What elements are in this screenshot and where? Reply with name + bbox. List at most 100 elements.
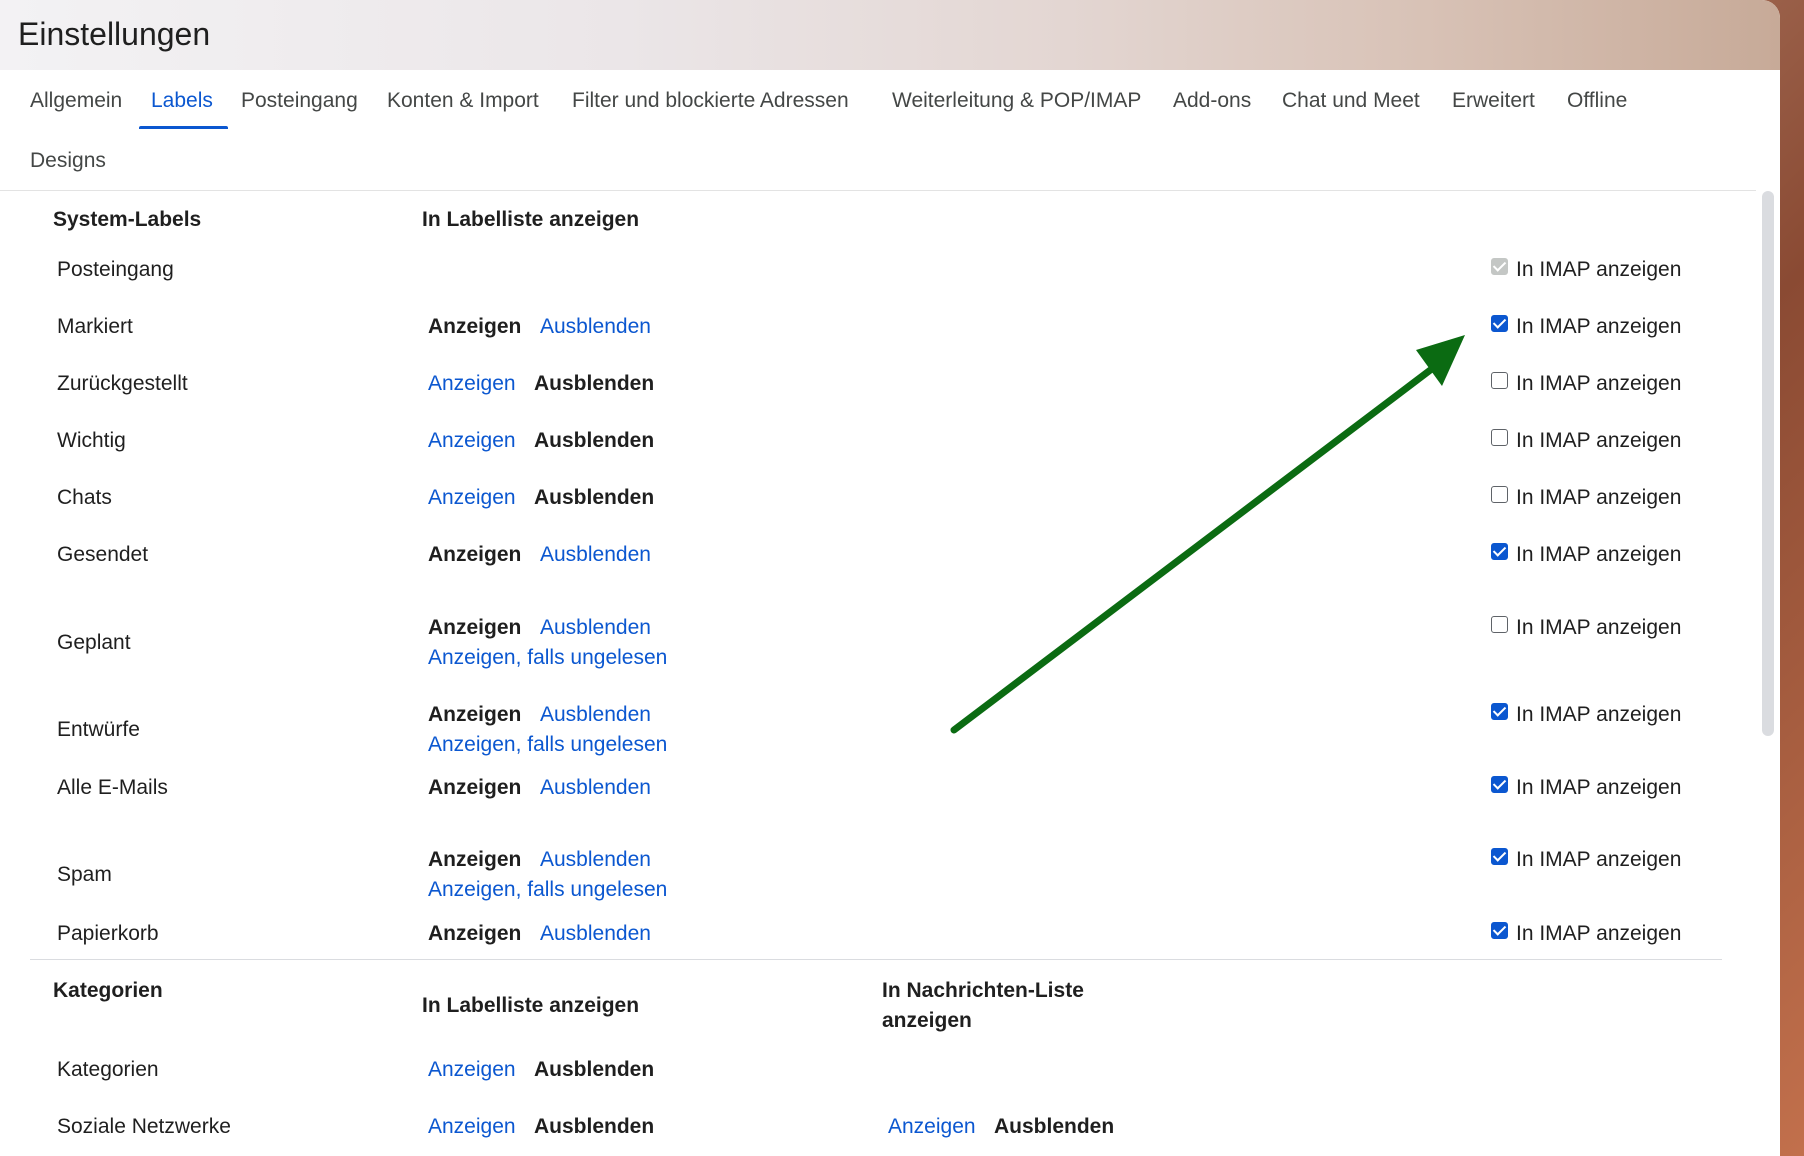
- settings-tabs: Allgemein Labels Posteingang Konten & Im…: [0, 70, 1756, 191]
- show-action[interactable]: Anzeigen: [428, 429, 516, 453]
- system-label-name: Alle E-Mails: [57, 776, 168, 799]
- hide-action[interactable]: Ausblenden: [540, 848, 651, 872]
- hide-action[interactable]: Ausblenden: [540, 616, 651, 640]
- tab-chat-meet[interactable]: Chat und Meet: [1282, 81, 1420, 121]
- imap-checkbox[interactable]: In IMAP anzeigen: [1491, 428, 1682, 453]
- checkbox[interactable]: [1491, 371, 1508, 389]
- tab-erweitert[interactable]: Erweitert: [1452, 81, 1535, 121]
- scrollbar[interactable]: [1762, 191, 1774, 736]
- show-if-unread-action[interactable]: Anzeigen, falls ungelesen: [428, 646, 667, 670]
- show-action[interactable]: Anzeigen: [428, 486, 516, 510]
- label-list-header: In Labelliste anzeigen: [422, 208, 640, 231]
- show-action: Anzeigen: [428, 922, 522, 945]
- checkbox: [1491, 257, 1508, 275]
- show-action: Anzeigen: [428, 776, 522, 799]
- checkbox[interactable]: [1491, 847, 1508, 865]
- imap-label: In IMAP anzeigen: [1516, 922, 1682, 945]
- system-label-name: Wichtig: [57, 429, 126, 452]
- system-label-name: Papierkorb: [57, 922, 159, 945]
- imap-label: In IMAP anzeigen: [1516, 703, 1682, 726]
- tab-labels[interactable]: Labels: [151, 81, 213, 121]
- system-label-name: Spam: [57, 863, 112, 886]
- checkbox[interactable]: [1491, 428, 1508, 446]
- imap-checkbox: In IMAP anzeigen: [1491, 257, 1682, 282]
- imap-checkbox[interactable]: In IMAP anzeigen: [1491, 921, 1682, 946]
- show-action[interactable]: Anzeigen: [428, 1058, 516, 1082]
- imap-label: In IMAP anzeigen: [1516, 543, 1682, 566]
- hide-action[interactable]: Ausblenden: [540, 922, 651, 946]
- tab-filter[interactable]: Filter und blockierte Adressen: [572, 81, 849, 121]
- tab-allgemein[interactable]: Allgemein: [30, 81, 122, 121]
- category-list-header: In Labelliste anzeigen: [422, 994, 640, 1017]
- checkbox[interactable]: [1491, 615, 1508, 633]
- tab-weiterleitung[interactable]: Weiterleitung & POP/IMAP: [892, 81, 1141, 121]
- category-name: Soziale Netzwerke: [57, 1115, 231, 1138]
- checkbox[interactable]: [1491, 542, 1508, 560]
- imap-checkbox[interactable]: In IMAP anzeigen: [1491, 485, 1682, 510]
- checkbox[interactable]: [1491, 314, 1508, 332]
- settings-window: Einstellungen Allgemein Labels Posteinga…: [0, 0, 1780, 1156]
- system-label-name: Zurückgestellt: [57, 372, 188, 395]
- hide-action: Ausblenden: [534, 486, 655, 509]
- category-name: Kategorien: [57, 1058, 159, 1081]
- system-label-name: Gesendet: [57, 543, 149, 566]
- tab-designs[interactable]: Designs: [30, 141, 106, 181]
- hide-action: Ausblenden: [534, 1115, 655, 1138]
- imap-label: In IMAP anzeigen: [1516, 315, 1682, 338]
- system-label-name: Posteingang: [57, 258, 174, 281]
- hide-action: Ausblenden: [534, 372, 655, 395]
- tab-offline[interactable]: Offline: [1567, 81, 1627, 121]
- hide-action[interactable]: Ausblenden: [540, 315, 651, 339]
- system-label-name: Chats: [57, 486, 112, 509]
- system-labels-header: System-Labels: [53, 208, 202, 231]
- active-tab-indicator: [139, 126, 228, 129]
- title-bar: Einstellungen: [0, 0, 1780, 70]
- message-list-header-2: anzeigen: [882, 1009, 972, 1032]
- imap-label: In IMAP anzeigen: [1516, 848, 1682, 871]
- hide-action[interactable]: Ausblenden: [540, 703, 651, 727]
- categories-header: Kategorien: [53, 979, 163, 1002]
- msg-hide-action: Ausblenden: [994, 1115, 1115, 1138]
- show-if-unread-action[interactable]: Anzeigen, falls ungelesen: [428, 733, 667, 757]
- tab-konten-import[interactable]: Konten & Import: [387, 81, 539, 121]
- show-action[interactable]: Anzeigen: [428, 372, 516, 396]
- show-action: Anzeigen: [428, 543, 522, 566]
- imap-checkbox[interactable]: In IMAP anzeigen: [1491, 847, 1682, 872]
- checkbox[interactable]: [1491, 702, 1508, 720]
- system-label-name: Markiert: [57, 315, 133, 338]
- imap-label: In IMAP anzeigen: [1516, 258, 1682, 281]
- message-list-header: In Nachrichten-Liste: [882, 979, 1084, 1002]
- msg-show-action[interactable]: Anzeigen: [888, 1115, 976, 1139]
- checkbox[interactable]: [1491, 485, 1508, 503]
- imap-label: In IMAP anzeigen: [1516, 486, 1682, 509]
- imap-label: In IMAP anzeigen: [1516, 776, 1682, 799]
- imap-checkbox[interactable]: In IMAP anzeigen: [1491, 775, 1682, 800]
- system-label-name: Geplant: [57, 631, 131, 654]
- show-action[interactable]: Anzeigen: [428, 1115, 516, 1139]
- imap-checkbox[interactable]: In IMAP anzeigen: [1491, 615, 1682, 640]
- checkbox[interactable]: [1491, 921, 1508, 939]
- imap-label: In IMAP anzeigen: [1516, 429, 1682, 452]
- imap-label: In IMAP anzeigen: [1516, 616, 1682, 639]
- hide-action: Ausblenden: [534, 429, 655, 452]
- labels-content: System-Labels In Labelliste anzeigen Poste…: [0, 191, 1756, 1156]
- tab-posteingang[interactable]: Posteingang: [241, 81, 358, 121]
- system-label-name: Entwürfe: [57, 718, 140, 741]
- section-divider: [30, 959, 1722, 960]
- imap-label: In IMAP anzeigen: [1516, 372, 1682, 395]
- imap-checkbox[interactable]: In IMAP anzeigen: [1491, 542, 1682, 567]
- show-action: Anzeigen: [428, 616, 522, 639]
- hide-action: Ausblenden: [534, 1058, 655, 1081]
- show-action: Anzeigen: [428, 703, 522, 726]
- hide-action[interactable]: Ausblenden: [540, 776, 651, 800]
- show-action: Anzeigen: [428, 315, 522, 338]
- checkbox[interactable]: [1491, 775, 1508, 793]
- show-action: Anzeigen: [428, 848, 522, 871]
- imap-checkbox[interactable]: In IMAP anzeigen: [1491, 702, 1682, 727]
- imap-checkbox[interactable]: In IMAP anzeigen: [1491, 314, 1682, 339]
- tab-add-ons[interactable]: Add-ons: [1173, 81, 1251, 121]
- show-if-unread-action[interactable]: Anzeigen, falls ungelesen: [428, 878, 667, 902]
- imap-checkbox[interactable]: In IMAP anzeigen: [1491, 371, 1682, 396]
- page-title: Einstellungen: [18, 16, 211, 52]
- hide-action[interactable]: Ausblenden: [540, 543, 651, 567]
